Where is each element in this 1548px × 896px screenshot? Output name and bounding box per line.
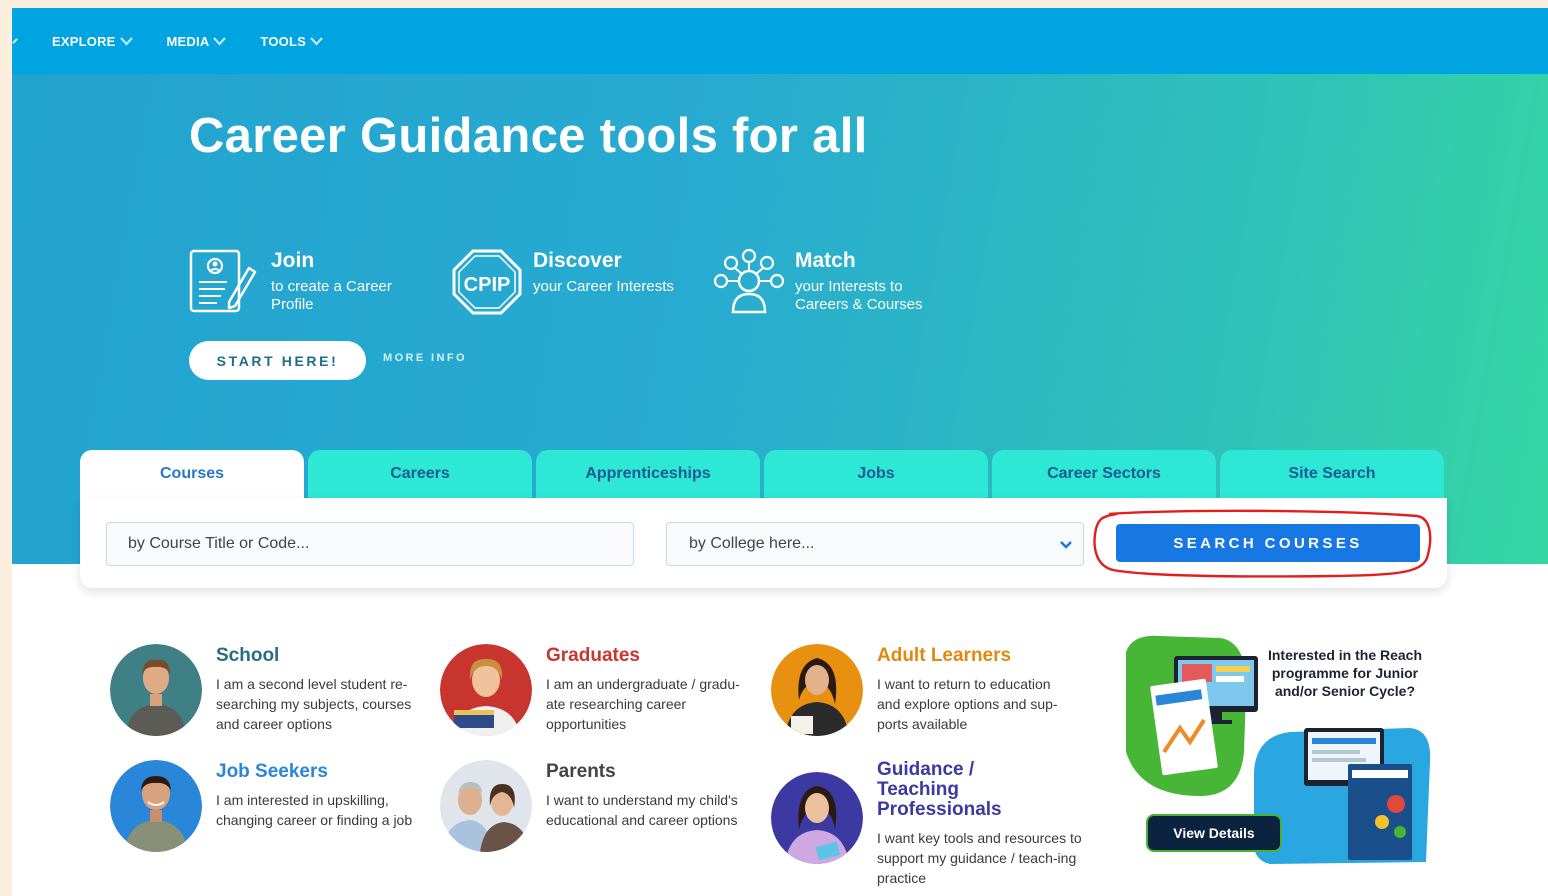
chevron-down-icon: [1060, 541, 1072, 549]
feature-discover[interactable]: CPIP Discover your Career Interests: [451, 248, 713, 316]
adult-learner-avatar: [771, 644, 863, 736]
parents-avatar: [440, 760, 532, 852]
tab-apprenticeships[interactable]: Apprenticeships: [536, 450, 760, 498]
top-nav: EXPLORE MEDIA TOOLS: [12, 8, 1548, 74]
feature-join-text: Join to create a Career Profile: [271, 248, 431, 314]
audience-graduates[interactable]: Graduates I am an undergraduate / gradu-…: [440, 644, 746, 736]
view-details-button[interactable]: View Details: [1146, 814, 1282, 852]
start-here-button[interactable]: START HERE!: [189, 341, 366, 380]
tab-jobs[interactable]: Jobs: [764, 450, 988, 498]
school-student-avatar: [110, 644, 202, 736]
audience-school-title[interactable]: School: [216, 646, 416, 666]
audience-job-seekers-desc: I am interested in upskilling, changing …: [216, 792, 413, 828]
audience-job-seekers[interactable]: Job Seekers I am interested in upskillin…: [110, 760, 421, 852]
audience-adult-learners-desc: I want to return to education and explor…: [877, 676, 1058, 732]
reach-promo-text: Interested in the Reach programme for Ju…: [1267, 647, 1423, 699]
feature-match-desc: your Interests to Careers & Courses: [795, 278, 923, 313]
search-card: Courses Careers Apprenticeships Jobs Car…: [80, 450, 1447, 588]
feature-join-heading: Join: [271, 249, 315, 272]
audience-school-desc: I am a second level student re-searching…: [216, 676, 412, 732]
profile-document-icon: [189, 249, 257, 313]
search-form: by Course Title or Code... by College he…: [80, 498, 1447, 588]
nav-arrow-icon[interactable]: [12, 38, 18, 44]
job-seeker-avatar: [110, 760, 202, 852]
audience-school-text: School I am a second level student re-se…: [216, 644, 416, 734]
nav-explore-label: EXPLORE: [52, 33, 116, 49]
search-tabs: Courses Careers Apprenticeships Jobs Car…: [80, 450, 1447, 498]
tab-site-search[interactable]: Site Search: [1220, 450, 1444, 498]
audience-guidance-text: Guidance / Teaching Professionals I want…: [877, 758, 1082, 888]
feature-join[interactable]: Join to create a Career Profile: [189, 248, 451, 316]
audience-guidance-title[interactable]: Guidance / Teaching Professionals: [877, 760, 1027, 820]
audience-parents[interactable]: Parents I want to understand my child's …: [440, 760, 751, 852]
nav-tools-label: TOOLS: [260, 33, 306, 49]
graduate-avatar: [440, 644, 532, 736]
tab-courses[interactable]: Courses: [80, 450, 304, 498]
audience-school[interactable]: School I am a second level student re-se…: [110, 644, 416, 736]
audience-graduates-title[interactable]: Graduates: [546, 646, 746, 666]
college-select-value: by College here...: [689, 535, 815, 552]
audience-graduates-text: Graduates I am an undergraduate / gradu-…: [546, 644, 746, 734]
feature-match-heading: Match: [795, 249, 856, 272]
page-frame: EXPLORE MEDIA TOOLS Career Guidance tool…: [12, 8, 1548, 896]
match-network-icon: [713, 248, 785, 314]
audience-parents-desc: I want to understand my child's educatio…: [546, 792, 738, 828]
cpip-badge-text: CPIP: [464, 274, 511, 296]
hero-features: Join to create a Career Profile CPIP Dis…: [189, 248, 975, 316]
audience-adult-learners-title[interactable]: Adult Learners: [877, 646, 1072, 666]
chevron-down-icon: [119, 37, 133, 46]
cpip-badge-icon: CPIP: [452, 249, 522, 315]
nav-media[interactable]: MEDIA: [167, 34, 227, 49]
tab-careers[interactable]: Careers: [308, 450, 532, 498]
audience-guidance-professionals[interactable]: Guidance / Teaching Professionals I want…: [771, 758, 1082, 888]
audience-job-seekers-text: Job Seekers I am interested in upskillin…: [216, 760, 421, 830]
hero-title: Career Guidance tools for all: [189, 109, 868, 163]
college-select[interactable]: by College here...: [666, 522, 1084, 566]
feature-join-desc: to create a Career Profile: [271, 278, 392, 313]
audience-guidance-desc: I want key tools and resources to suppor…: [877, 830, 1082, 886]
tab-career-sectors[interactable]: Career Sectors: [992, 450, 1216, 498]
feature-match[interactable]: Match your Interests to Careers & Course…: [713, 248, 975, 316]
nav-explore[interactable]: EXPLORE: [52, 34, 133, 49]
reach-programme-promo[interactable]: Interested in the Reach programme for Ju…: [1120, 632, 1436, 872]
audience-adult-learners-text: Adult Learners I want to return to educa…: [877, 644, 1072, 734]
chevron-down-icon: [310, 37, 323, 46]
guidance-professional-avatar: [771, 772, 863, 864]
feature-discover-desc: your Career Interests: [533, 278, 674, 295]
feature-discover-text: Discover your Career Interests: [533, 248, 693, 296]
audience-parents-title[interactable]: Parents: [546, 762, 751, 782]
audience-parents-text: Parents I want to understand my child's …: [546, 760, 751, 830]
audience-graduates-desc: I am an undergraduate / gradu-ate resear…: [546, 676, 740, 732]
nav-tools[interactable]: TOOLS: [260, 34, 323, 49]
feature-match-text: Match your Interests to Careers & Course…: [795, 248, 955, 314]
chevron-down-icon: [213, 37, 227, 46]
search-courses-button[interactable]: SEARCH COURSES: [1116, 524, 1420, 562]
audience-adult-learners[interactable]: Adult Learners I want to return to educa…: [771, 644, 1072, 736]
course-title-input[interactable]: by Course Title or Code...: [106, 522, 634, 566]
nav-media-label: MEDIA: [166, 33, 210, 49]
audience-job-seekers-title[interactable]: Job Seekers: [216, 762, 421, 782]
feature-discover-heading: Discover: [533, 249, 622, 272]
more-info-link[interactable]: MORE INFO: [383, 352, 467, 364]
